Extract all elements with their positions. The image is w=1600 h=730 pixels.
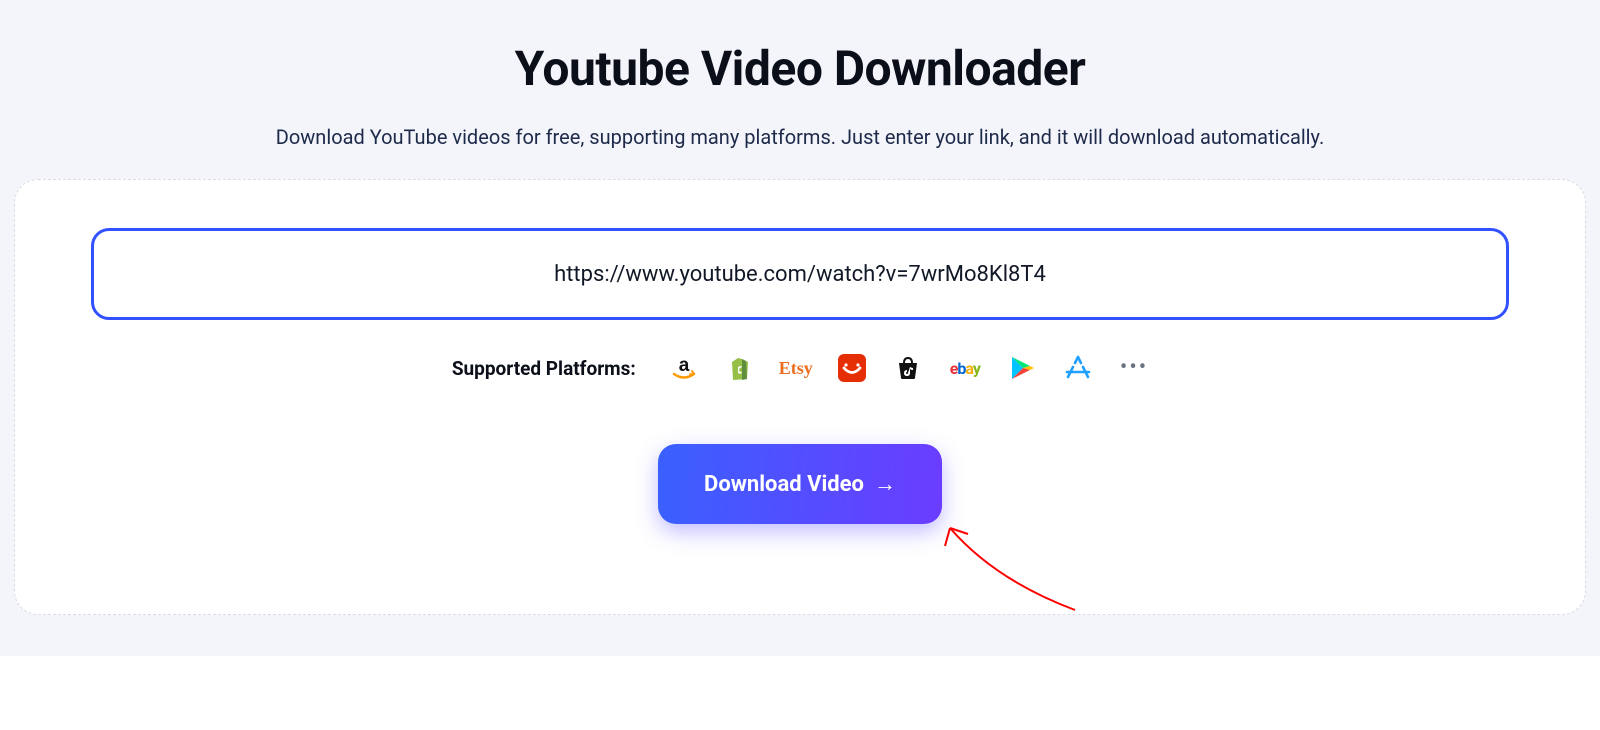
bottom-area [0,656,1600,730]
ebay-icon: ebay [950,354,980,382]
platforms-label: Supported Platforms: [452,357,636,380]
download-button-label: Download Video [704,472,864,497]
app-store-icon [1064,354,1092,382]
downloader-card: Supported Platforms: a Etsy [14,179,1586,615]
aliexpress-icon [838,354,866,382]
more-platforms-icon[interactable]: ••• [1120,357,1148,379]
supported-platforms-row: Supported Platforms: a Etsy [91,354,1509,382]
tiktok-shop-icon [894,354,922,382]
etsy-icon: Etsy [782,354,810,382]
svg-text:a: a [678,355,689,376]
page-subtitle: Download YouTube videos for free, suppor… [0,125,1600,149]
google-play-icon [1008,354,1036,382]
video-url-input[interactable] [91,228,1509,320]
shopify-icon [726,354,754,382]
page-title: Youtube Video Downloader [0,40,1600,97]
download-video-button[interactable]: Download Video → [658,444,942,524]
arrow-right-icon: → [874,471,896,497]
amazon-icon: a [670,354,698,382]
